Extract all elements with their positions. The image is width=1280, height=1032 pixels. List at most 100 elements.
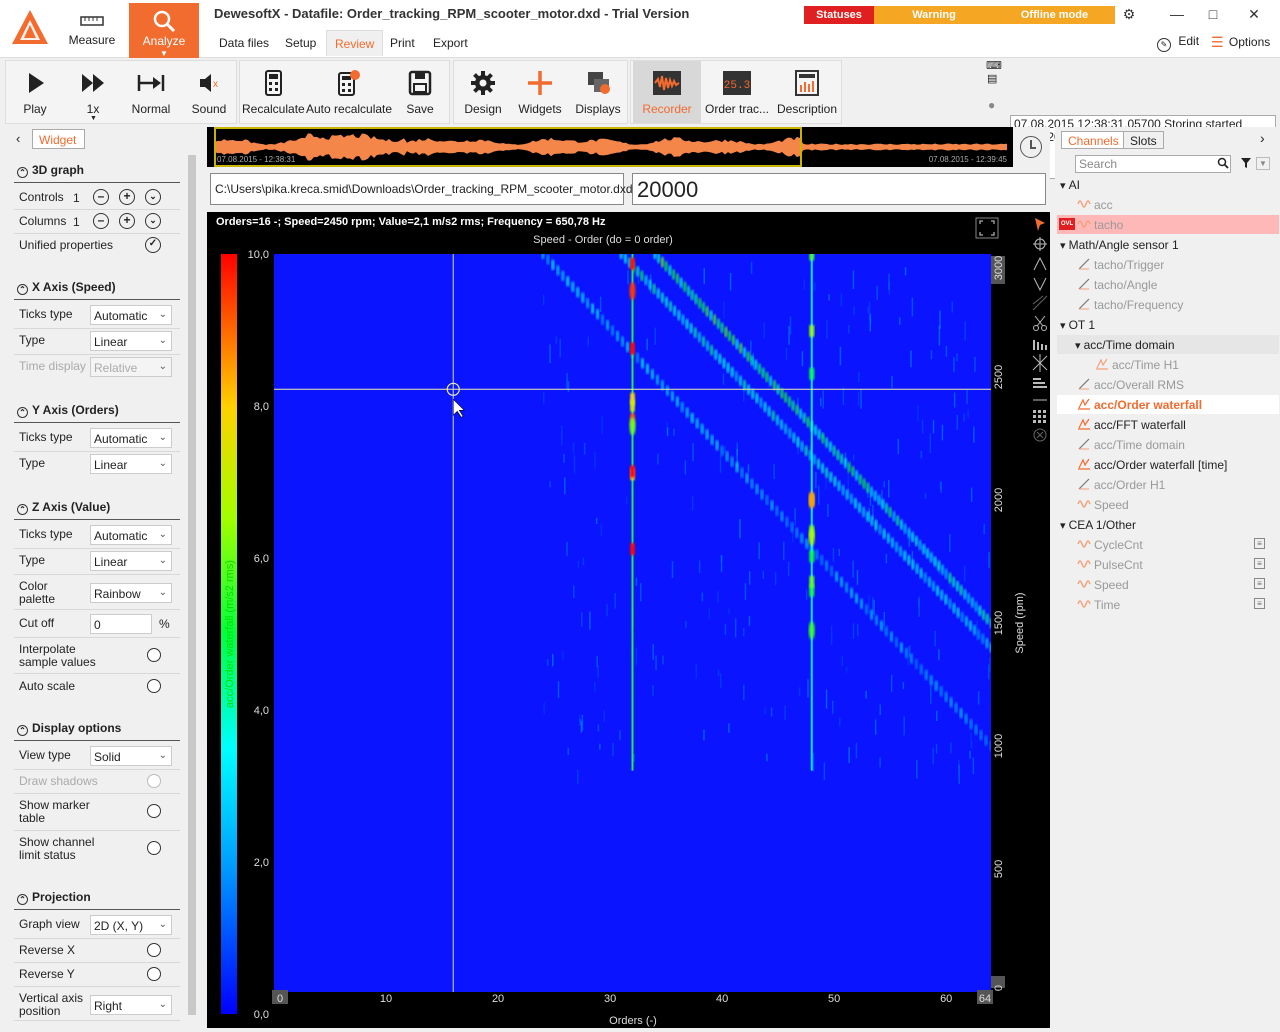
- expand-triangle-icon[interactable]: ▾: [1060, 320, 1069, 332]
- menu-print[interactable]: Print: [382, 30, 423, 56]
- tree-channel[interactable]: Time: [1077, 598, 1120, 612]
- pointer-tool-icon[interactable]: [1035, 218, 1045, 231]
- tree-channel[interactable]: acc/Overall RMS: [1077, 378, 1184, 392]
- tree-group[interactable]: ▾ AI: [1060, 178, 1080, 192]
- design-button[interactable]: Design: [456, 61, 510, 123]
- section-y-axis[interactable]: ⌃ Y Axis (Orders): [17, 403, 119, 418]
- tree-channel[interactable]: Speed: [1077, 578, 1129, 592]
- heatmap-svg[interactable]: Orders=16 -; Speed=2450 rpm; Value=2,1 m…: [207, 212, 1029, 1028]
- tree-channel[interactable]: CycleCnt: [1077, 538, 1143, 552]
- digital-meter-display[interactable]: 20000: [632, 173, 1046, 205]
- channel-search-input[interactable]: Search: [1075, 155, 1231, 173]
- normal-button[interactable]: Normal: [124, 61, 178, 123]
- cross-tool-icon[interactable]: [1032, 354, 1048, 372]
- channel-info-icon[interactable]: ≡: [1254, 558, 1265, 569]
- tab-slots[interactable]: Slots: [1123, 131, 1164, 149]
- data-overview-bar[interactable]: 07.08.2015 - 12:38:31 07.08.2015 - 12:39…: [207, 127, 1013, 167]
- tree-channel[interactable]: acc/Time domain: [1077, 438, 1185, 452]
- warning-indicator[interactable]: Warning: [874, 6, 994, 24]
- menu-data-files[interactable]: Data files: [211, 30, 277, 56]
- edit-button[interactable]: ✎ Edit: [1157, 34, 1199, 52]
- channel-info-icon[interactable]: ≡: [1254, 538, 1265, 549]
- section-x-axis[interactable]: ⌃ X Axis (Speed): [17, 280, 116, 295]
- clock-icon[interactable]: [1020, 136, 1042, 158]
- vertical-axis-position-select[interactable]: Right ⌄: [90, 995, 172, 1015]
- minus-icon[interactable]: –: [93, 189, 109, 205]
- section-display-options[interactable]: ⌃ Display options: [17, 721, 121, 736]
- expand-triangle-icon[interactable]: ▾: [1060, 520, 1069, 532]
- plus-icon[interactable]: +: [119, 213, 135, 229]
- tab-channels[interactable]: Channels: [1061, 131, 1126, 149]
- widget-tab[interactable]: Widget: [32, 129, 85, 149]
- section-z-axis[interactable]: ⌃ Z Axis (Value): [17, 500, 110, 515]
- color-palette-select[interactable]: Rainbow ⌄: [90, 583, 172, 603]
- graph-view-select[interactable]: 2D (X, Y) ⌄: [90, 915, 172, 935]
- align-tool-icon[interactable]: [1033, 378, 1047, 388]
- measure-mode-button[interactable]: Measure: [57, 4, 127, 56]
- save-button[interactable]: Save: [392, 61, 448, 123]
- minus-icon[interactable]: –: [93, 213, 109, 229]
- chevron-down-icon[interactable]: ▼: [1256, 157, 1270, 170]
- channel-info-icon[interactable]: ≡: [1254, 578, 1265, 589]
- y-ticks-type-select[interactable]: Automatic ⌄: [90, 428, 172, 448]
- cut-off-input[interactable]: 0: [90, 614, 152, 634]
- displays-button[interactable]: Displays: [570, 61, 626, 123]
- bars-tool-icon[interactable]: [1033, 340, 1047, 350]
- close-button[interactable]: ✕: [1244, 6, 1264, 26]
- collapse-left-icon[interactable]: ‹: [16, 131, 20, 146]
- tree-channel[interactable]: Speed: [1077, 498, 1129, 512]
- keyboard-icon[interactable]: ⌨: [986, 59, 1002, 72]
- microphone-icon[interactable]: ●: [988, 98, 995, 112]
- speed-button[interactable]: 1x ▼: [66, 61, 120, 123]
- tree-group[interactable]: ▾ OT 1: [1060, 318, 1095, 332]
- show-marker-table-toggle[interactable]: [147, 804, 161, 818]
- sound-button[interactable]: x Sound: [182, 61, 236, 123]
- menu-review[interactable]: Review: [326, 30, 384, 56]
- minimize-button[interactable]: —: [1167, 6, 1187, 26]
- tree-channel[interactable]: tacho/Frequency: [1077, 298, 1183, 312]
- filter-icon[interactable]: [1240, 157, 1252, 169]
- plus-icon[interactable]: +: [119, 189, 135, 205]
- chevron-right-icon[interactable]: ›: [1260, 130, 1265, 146]
- gear-icon[interactable]: ⚙: [1119, 6, 1139, 26]
- file-path-display[interactable]: C:\Users\pika.kreca.smid\Downloads\Order…: [210, 173, 633, 205]
- y-type-select[interactable]: Linear ⌄: [90, 454, 172, 474]
- x-type-select[interactable]: Linear ⌄: [90, 331, 172, 351]
- offline-mode-indicator[interactable]: Offline mode: [994, 6, 1115, 24]
- z-type-select[interactable]: Linear ⌄: [90, 551, 172, 571]
- scissors-tool-icon[interactable]: [1033, 315, 1047, 331]
- reverse-x-toggle[interactable]: [147, 943, 161, 957]
- menu-setup[interactable]: Setup: [277, 30, 324, 56]
- tree-channel[interactable]: tacho/Trigger: [1077, 258, 1164, 272]
- z-ticks-type-select[interactable]: Automatic ⌄: [90, 525, 172, 545]
- section-projection[interactable]: ⌃ Projection: [17, 890, 91, 905]
- analyze-mode-button[interactable]: Analyze ▼: [129, 3, 199, 58]
- search-icon[interactable]: [1217, 157, 1229, 169]
- expand-triangle-icon[interactable]: ▾: [1060, 240, 1069, 252]
- auto-scale-toggle[interactable]: [147, 679, 161, 693]
- section-3d-graph[interactable]: ⌃ 3D graph: [17, 163, 84, 178]
- tree-group[interactable]: ▾ CEA 1/Other: [1060, 518, 1136, 532]
- reverse-y-toggle[interactable]: [147, 967, 161, 981]
- unified-properties-checkbox[interactable]: ✓: [145, 237, 161, 253]
- tree-channel[interactable]: PulseCnt: [1077, 558, 1143, 572]
- interpolate-toggle[interactable]: [147, 648, 161, 662]
- clear-tool-icon[interactable]: [1033, 428, 1047, 442]
- options-button[interactable]: ☰ Options: [1211, 34, 1270, 51]
- tree-channel[interactable]: acc: [1077, 198, 1113, 212]
- tree-channel[interactable]: acc/Order waterfall: [1077, 398, 1202, 412]
- description-button[interactable]: Description: [773, 61, 841, 123]
- panel-scrollbar[interactable]: [188, 155, 196, 1015]
- order-tracking-button[interactable]: 25.3 Order trac...: [703, 61, 771, 123]
- tree-group[interactable]: ▾ Math/Angle sensor 1: [1060, 238, 1179, 252]
- chevron-down-icon[interactable]: ⌄: [145, 189, 161, 205]
- tree-channel[interactable]: acc/Order H1: [1077, 478, 1165, 492]
- chevron-down-icon[interactable]: ⌄: [145, 213, 161, 229]
- menu-export[interactable]: Export: [425, 30, 476, 56]
- tree-channel[interactable]: acc/FFT waterfall: [1077, 418, 1186, 432]
- crosshair-tool-icon[interactable]: [1033, 237, 1047, 251]
- slope-tool-icon[interactable]: [1032, 295, 1048, 311]
- order-waterfall-2d-graph[interactable]: Orders=16 -; Speed=2450 rpm; Value=2,1 m…: [207, 212, 1029, 1028]
- tree-channel[interactable]: tacho/Angle: [1077, 278, 1157, 292]
- valley-tool-icon[interactable]: [1033, 277, 1047, 292]
